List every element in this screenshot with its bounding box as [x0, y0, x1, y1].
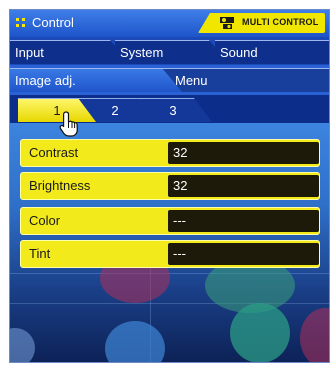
settings-content: Contrast 32 Brightness 32 Color --- Tint… [10, 123, 329, 362]
setting-row-color[interactable]: Color --- [20, 207, 320, 235]
gear-icon [230, 303, 290, 362]
setting-row-tint[interactable]: Tint --- [20, 240, 320, 268]
title-bar: Control MULTI CONTROL [10, 10, 329, 37]
window-title: Control [32, 15, 74, 30]
subtab-2-label: 2 [111, 103, 119, 118]
tab-row-primary: Input System Sound [10, 37, 329, 65]
tab-system-label: System [120, 45, 164, 60]
setting-value-tint[interactable]: --- [168, 243, 319, 265]
setting-row-brightness[interactable]: Brightness 32 [20, 172, 320, 200]
subtab-3-label: 3 [169, 103, 177, 118]
tab-input[interactable]: Input [10, 40, 130, 64]
tab-image-adj-label: Image adj. [15, 73, 76, 88]
tab-row-secondary: Menu Image adj. [10, 65, 329, 95]
brand-badge-text: MULTI CONTROL [242, 17, 319, 27]
tab-menu[interactable]: Menu [160, 68, 329, 92]
tab-sound[interactable]: Sound [215, 40, 329, 64]
setting-value-brightness[interactable]: 32 [168, 175, 319, 197]
projector-icon [220, 17, 234, 29]
control-panel: Control MULTI CONTROL Input System Sound… [9, 9, 330, 363]
tab-image-adj[interactable]: Image adj. [10, 68, 182, 92]
setting-label-tint: Tint [29, 246, 51, 261]
subtab-row: 3 2 1 [10, 95, 329, 123]
brand-badge: MULTI CONTROL [198, 13, 325, 33]
decor-circle [105, 321, 165, 362]
grid-dots-icon [16, 18, 26, 28]
setting-label-brightness: Brightness [29, 178, 91, 193]
decor-circle [10, 328, 35, 362]
setting-label-contrast: Contrast [29, 145, 79, 160]
decor-circle [300, 308, 329, 362]
tab-input-label: Input [15, 45, 44, 60]
tab-sound-label: Sound [220, 45, 258, 60]
setting-value-color[interactable]: --- [168, 210, 319, 232]
setting-value-contrast[interactable]: 32 [168, 142, 319, 164]
setting-row-contrast[interactable]: Contrast 32 [20, 139, 320, 167]
tab-system[interactable]: System [115, 40, 229, 64]
setting-label-color: Color [29, 213, 61, 228]
hand-pointer-icon [59, 111, 78, 137]
